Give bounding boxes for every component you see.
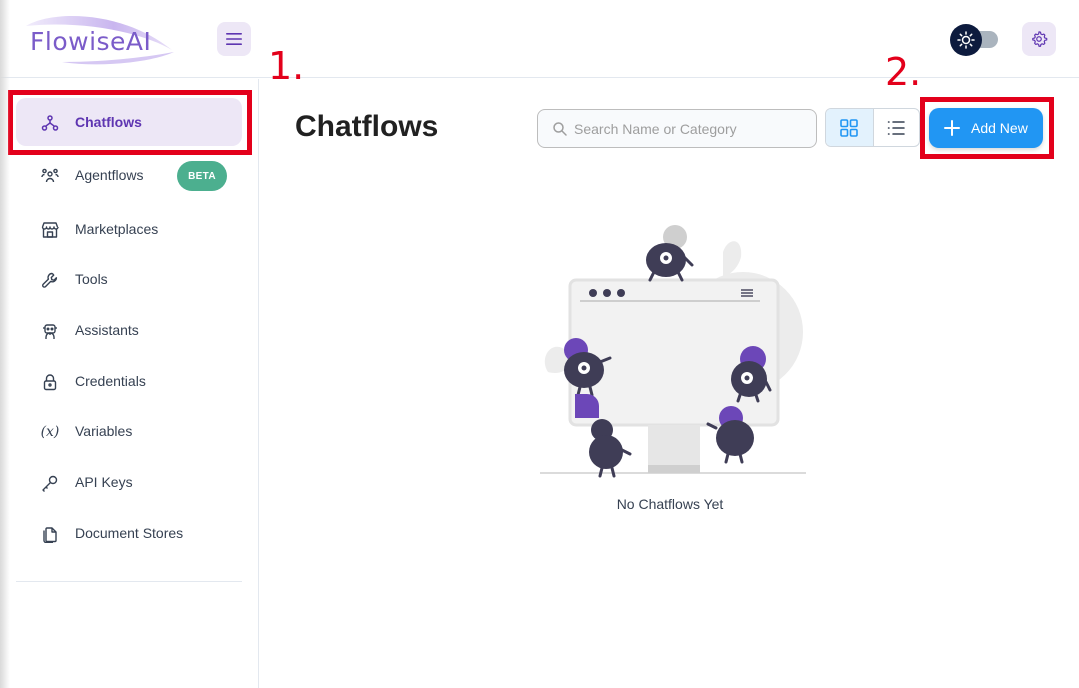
- logo-text: FlowiseAI: [30, 27, 152, 56]
- search-input[interactable]: [574, 115, 804, 143]
- sidebar-item-document-stores[interactable]: Document Stores: [16, 509, 242, 557]
- wrench-icon: [40, 270, 60, 290]
- annotation-step-2: 2.: [885, 50, 922, 94]
- sidebar-item-label: Marketplaces: [75, 221, 159, 237]
- sidebar-item-api-keys[interactable]: API Keys: [16, 458, 242, 506]
- sidebar-item-label: API Keys: [75, 474, 133, 490]
- sidebar-item-marketplaces[interactable]: Marketplaces: [16, 205, 242, 253]
- sidebar-divider: [16, 581, 242, 582]
- store-icon: [40, 220, 60, 240]
- sidebar-toggle-button[interactable]: [217, 22, 251, 56]
- theme-toggle-knob: [950, 24, 982, 56]
- search-box[interactable]: [537, 109, 817, 148]
- settings-button[interactable]: [1022, 22, 1056, 56]
- users-icon: [40, 166, 60, 186]
- annotation-box-chatflows: [8, 90, 252, 155]
- card-view-button[interactable]: [826, 109, 873, 146]
- sidebar-item-label: Assistants: [75, 322, 139, 338]
- variable-icon: (x): [38, 422, 62, 442]
- sidebar-item-label: Document Stores: [75, 525, 184, 541]
- beta-badge: BETA: [177, 161, 227, 191]
- hamburger-menu-icon: [226, 33, 242, 45]
- window-edge-shadow: [0, 0, 10, 688]
- empty-state-illustration: [540, 225, 806, 478]
- annotation-step-1: 1.: [268, 44, 305, 88]
- list-view-button[interactable]: [872, 109, 920, 146]
- flowise-logo[interactable]: FlowiseAI: [22, 12, 177, 66]
- sidebar-item-assistants[interactable]: Assistants: [16, 306, 242, 354]
- key-icon: [40, 473, 60, 493]
- sidebar-item-label: Tools: [75, 271, 108, 287]
- sidebar-item-agentflows[interactable]: Agentflows BETA: [16, 151, 242, 199]
- sidebar-item-label: Variables: [75, 423, 133, 439]
- lock-icon: [40, 372, 60, 392]
- variable-glyph: (x): [40, 424, 60, 440]
- grid-icon: [840, 118, 859, 137]
- sidebar: Chatflows Agentflows BETA Marketplaces T…: [0, 79, 259, 688]
- annotation-box-add-new: [920, 97, 1054, 159]
- sun-icon: [957, 31, 975, 49]
- search-icon: [553, 122, 567, 136]
- sidebar-item-variables[interactable]: (x) Variables: [16, 407, 242, 455]
- sidebar-item-tools[interactable]: Tools: [16, 255, 242, 303]
- theme-toggle[interactable]: [950, 24, 1000, 56]
- robot-icon: [40, 321, 60, 341]
- files-icon: [40, 524, 60, 544]
- gear-icon: [1032, 31, 1048, 47]
- sidebar-item-label: Agentflows: [75, 167, 144, 183]
- empty-state-message: No Chatflows Yet: [616, 496, 724, 512]
- app-window: FlowiseAI Chatflows Agentflows BETA Mark…: [0, 0, 1079, 688]
- list-icon: [888, 120, 905, 135]
- sidebar-item-label: Credentials: [75, 373, 146, 389]
- page-title: Chatflows: [295, 110, 439, 143]
- view-mode-toggle: [825, 108, 920, 147]
- sidebar-item-credentials[interactable]: Credentials: [16, 357, 242, 405]
